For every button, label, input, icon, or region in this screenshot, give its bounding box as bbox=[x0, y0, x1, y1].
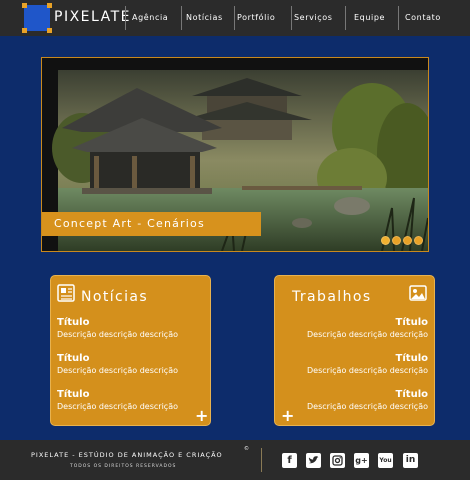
nav-item-contato[interactable]: Contato bbox=[405, 13, 441, 22]
google-plus-icon[interactable]: g+ bbox=[354, 453, 369, 468]
news-entry-desc: Descrição descrição descrição bbox=[57, 402, 178, 411]
nav-item-servicos[interactable]: Serviços bbox=[294, 13, 333, 22]
works-entry-desc: Descrição descrição descrição bbox=[307, 330, 428, 339]
newspaper-icon bbox=[57, 284, 75, 302]
news-more-button[interactable]: + bbox=[195, 406, 208, 425]
hero-caption-banner: Concept Art - Cenários bbox=[42, 212, 261, 236]
nav-divider bbox=[234, 6, 235, 30]
youtube-icon[interactable]: You bbox=[378, 453, 393, 468]
slider-dot[interactable] bbox=[414, 236, 423, 245]
slider-dot[interactable] bbox=[381, 236, 390, 245]
image-icon bbox=[409, 285, 427, 301]
copyright-mark: © bbox=[244, 446, 249, 452]
footer-rights-text: TODOS OS DIREITOS RESERVADOS bbox=[70, 464, 177, 469]
nav-item-agencia[interactable]: Agência bbox=[132, 13, 168, 22]
brand-name[interactable]: PIXELATE bbox=[54, 9, 131, 25]
slider-dot[interactable] bbox=[392, 236, 401, 245]
twitter-icon[interactable] bbox=[306, 453, 321, 468]
works-entry-desc: Descrição descrição descrição bbox=[307, 366, 428, 375]
top-navbar: PIXELATE Agência Notícias Portfólio Serv… bbox=[0, 0, 470, 36]
news-entry-title[interactable]: Título bbox=[57, 317, 89, 328]
nav-item-portfolio[interactable]: Portfólio bbox=[237, 13, 275, 22]
works-title: Trabalhos bbox=[292, 289, 372, 305]
nav-divider bbox=[125, 6, 126, 30]
works-more-button[interactable]: + bbox=[281, 406, 294, 425]
nav-item-equipe[interactable]: Equipe bbox=[354, 13, 385, 22]
hero-caption-text: Concept Art - Cenários bbox=[54, 217, 205, 230]
news-entry-desc: Descrição descrição descrição bbox=[57, 366, 178, 375]
footer: PIXELATE - ESTÚDIO DE ANIMAÇÃO E CRIAÇÃO… bbox=[0, 440, 470, 480]
works-card: Trabalhos Título Descrição descrição des… bbox=[274, 275, 435, 426]
footer-studio-text: PIXELATE - ESTÚDIO DE ANIMAÇÃO E CRIAÇÃO bbox=[31, 451, 223, 459]
instagram-icon[interactable] bbox=[330, 453, 345, 468]
nav-divider bbox=[398, 6, 399, 30]
works-entry-title[interactable]: Título bbox=[396, 353, 428, 364]
works-entry-desc: Descrição descrição descrição bbox=[307, 402, 428, 411]
nav-divider bbox=[345, 6, 346, 30]
nav-divider bbox=[291, 6, 292, 30]
works-entry-title[interactable]: Título bbox=[396, 389, 428, 400]
footer-divider bbox=[261, 448, 262, 472]
hero-slider[interactable]: Concept Art - Cenários bbox=[41, 57, 429, 252]
nav-item-noticias[interactable]: Notícias bbox=[186, 13, 223, 22]
news-title: Notícias bbox=[81, 289, 149, 305]
news-entry-title[interactable]: Título bbox=[57, 353, 89, 364]
news-entry-title[interactable]: Título bbox=[57, 389, 89, 400]
slider-dot[interactable] bbox=[403, 236, 412, 245]
logo-icon[interactable] bbox=[22, 3, 52, 33]
facebook-icon[interactable]: f bbox=[282, 453, 297, 468]
works-entry-title[interactable]: Título bbox=[396, 317, 428, 328]
linkedin-icon[interactable]: in bbox=[403, 453, 418, 468]
news-entry-desc: Descrição descrição descrição bbox=[57, 330, 178, 339]
news-card: Notícias Título Descrição descrição desc… bbox=[50, 275, 211, 426]
nav-divider bbox=[181, 6, 182, 30]
